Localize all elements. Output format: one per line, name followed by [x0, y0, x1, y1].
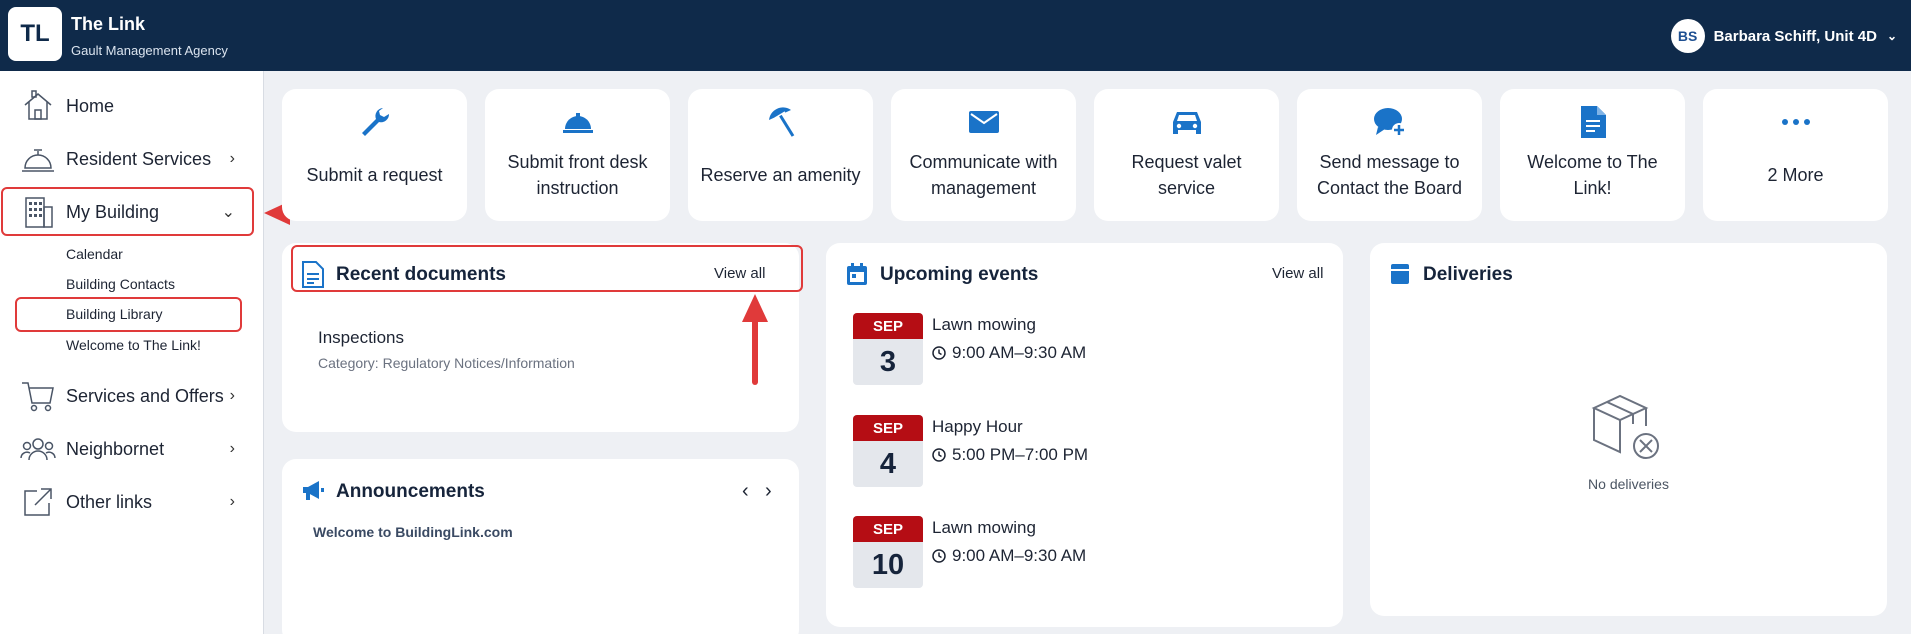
- highlight-box-recent-documents: [291, 245, 803, 292]
- event-month: SEP: [853, 516, 923, 542]
- sidebar-item-label: Home: [66, 95, 115, 116]
- document-icon: [1579, 105, 1607, 139]
- document-item-title[interactable]: Inspections: [318, 328, 404, 348]
- people-icon: [18, 431, 58, 467]
- envelope-icon: [968, 105, 1000, 139]
- app-logo[interactable]: TL: [8, 7, 62, 61]
- quick-action-label: Request valet service: [1131, 152, 1242, 198]
- umbrella-icon: [765, 105, 797, 139]
- sidebar-item-label: Resident Services: [66, 148, 212, 169]
- event-time-row: 9:00 AM–9:30 AM: [932, 343, 1086, 363]
- clock-icon: [932, 549, 946, 563]
- avatar: BS: [1670, 19, 1705, 53]
- megaphone-icon: [301, 480, 325, 507]
- announcements-title: Announcements: [336, 481, 485, 502]
- chevron-left-icon[interactable]: ‹: [742, 480, 749, 503]
- app-title: The Link: [71, 14, 146, 34]
- announcement-item[interactable]: Welcome to BuildingLink.com: [313, 524, 513, 540]
- chevron-right-icon: ›: [229, 440, 235, 457]
- quick-action-front-desk[interactable]: Submit front desk instruction: [485, 89, 670, 221]
- quick-action-communicate-management[interactable]: Communicate with management: [891, 89, 1076, 221]
- event-item[interactable]: SEP 4 Happy Hour 5:00 PM–7:00 PM: [853, 415, 1323, 487]
- quick-action-label: Welcome to The Link!: [1527, 152, 1658, 198]
- event-month: SEP: [853, 415, 923, 441]
- upcoming-events-title: Upcoming events: [880, 264, 1039, 285]
- quick-action-submit-request[interactable]: Submit a request: [282, 89, 467, 221]
- calendar-icon: [846, 262, 868, 291]
- clock-icon: [932, 346, 946, 360]
- user-menu[interactable]: BS Barbara Schiff, Unit 4D ⌄: [1670, 19, 1897, 53]
- chevron-down-icon: ⌄: [1886, 29, 1897, 43]
- event-title: Happy Hour: [932, 417, 1023, 436]
- event-title: Lawn mowing: [932, 315, 1036, 334]
- clock-icon: [932, 448, 946, 462]
- quick-action-label: Communicate with management: [909, 152, 1058, 198]
- sidebar-item-label: Services and Offers: [66, 385, 224, 406]
- quick-action-label: Submit front desk instruction: [507, 152, 648, 198]
- sidebar-item-resident-services[interactable]: Resident Services ›: [0, 135, 255, 183]
- sidebar-item-services-offers[interactable]: Services and Offers ›: [0, 372, 255, 420]
- more-dots-icon: [1781, 105, 1811, 139]
- event-title: Lawn mowing: [932, 518, 1036, 537]
- document-item-category: Category: Regulatory Notices/Information: [318, 355, 575, 371]
- event-day: 4: [879, 447, 897, 480]
- sidebar-subitem-calendar[interactable]: Calendar: [66, 246, 123, 262]
- cart-icon: [18, 378, 58, 414]
- quick-action-label: Reserve an amenity: [700, 165, 861, 185]
- event-item[interactable]: SEP 3 Lawn mowing 9:00 AM–9:30 AM: [853, 313, 1323, 385]
- event-time-row: 9:00 AM–9:30 AM: [932, 546, 1086, 566]
- chevron-right-icon: ›: [229, 150, 235, 167]
- quick-action-message-board[interactable]: Send message to Contact the Board: [1297, 89, 1482, 221]
- sidebar-item-home[interactable]: Home: [0, 82, 255, 130]
- sidebar-item-label: Other links: [66, 491, 153, 512]
- service-bell-icon: [18, 141, 58, 177]
- event-time-row: 5:00 PM–7:00 PM: [932, 445, 1088, 465]
- event-date-badge: SEP 3: [853, 313, 923, 385]
- sidebar-item-other-links[interactable]: Other links ›: [0, 478, 255, 526]
- event-time: 9:00 AM–9:30 AM: [952, 546, 1087, 565]
- deliveries-title: Deliveries: [1423, 264, 1513, 285]
- home-icon: [18, 88, 58, 124]
- chevron-right-icon[interactable]: ›: [765, 480, 772, 503]
- event-month: SEP: [853, 313, 923, 339]
- car-icon: [1171, 105, 1203, 139]
- quick-action-label: Submit a request: [306, 165, 443, 185]
- app-subtitle: Gault Management Agency: [71, 43, 228, 58]
- event-date-badge: SEP 4: [853, 415, 923, 487]
- deliveries-empty-text: No deliveries: [1588, 476, 1669, 492]
- empty-box-icon: [1590, 390, 1660, 469]
- chevron-right-icon: ›: [229, 493, 235, 510]
- user-name: Barbara Schiff, Unit 4D: [1713, 27, 1877, 45]
- highlight-box-my-building: [1, 187, 254, 236]
- sidebar-item-label: Neighbornet: [66, 438, 165, 459]
- quick-action-more[interactable]: 2 More: [1703, 89, 1888, 221]
- sidebar-subitem-welcome[interactable]: Welcome to The Link!: [66, 337, 201, 353]
- wrench-icon: [359, 105, 391, 139]
- event-time: 9:00 AM–9:30 AM: [952, 343, 1087, 362]
- quick-action-reserve-amenity[interactable]: Reserve an amenity: [688, 89, 873, 221]
- quick-action-label: Send message to Contact the Board: [1316, 152, 1463, 198]
- quick-action-request-valet[interactable]: Request valet service: [1094, 89, 1279, 221]
- sidebar-item-neighbornet[interactable]: Neighbornet ›: [0, 425, 255, 473]
- package-icon: [1390, 263, 1410, 290]
- chevron-right-icon: ›: [229, 387, 235, 404]
- event-day: 10: [871, 548, 905, 581]
- event-item[interactable]: SEP 10 Lawn mowing 9:00 AM–9:30 AM: [853, 516, 1323, 588]
- service-bell-icon: [562, 105, 594, 139]
- external-link-icon: [18, 484, 58, 520]
- chat-plus-icon: [1373, 105, 1407, 139]
- quick-action-label: 2 More: [1767, 165, 1824, 185]
- highlight-box-building-library: [15, 297, 242, 332]
- event-day: 3: [879, 345, 897, 378]
- quick-action-welcome[interactable]: Welcome to The Link!: [1500, 89, 1685, 221]
- event-time: 5:00 PM–7:00 PM: [952, 445, 1089, 464]
- event-date-badge: SEP 10: [853, 516, 923, 588]
- upcoming-events-view-all-link[interactable]: View all: [1272, 265, 1323, 282]
- top-header: TL The Link Gault Management Agency BS B…: [0, 0, 1911, 71]
- annotation-arrow-up: [742, 294, 768, 385]
- sidebar-subitem-building-contacts[interactable]: Building Contacts: [66, 276, 175, 292]
